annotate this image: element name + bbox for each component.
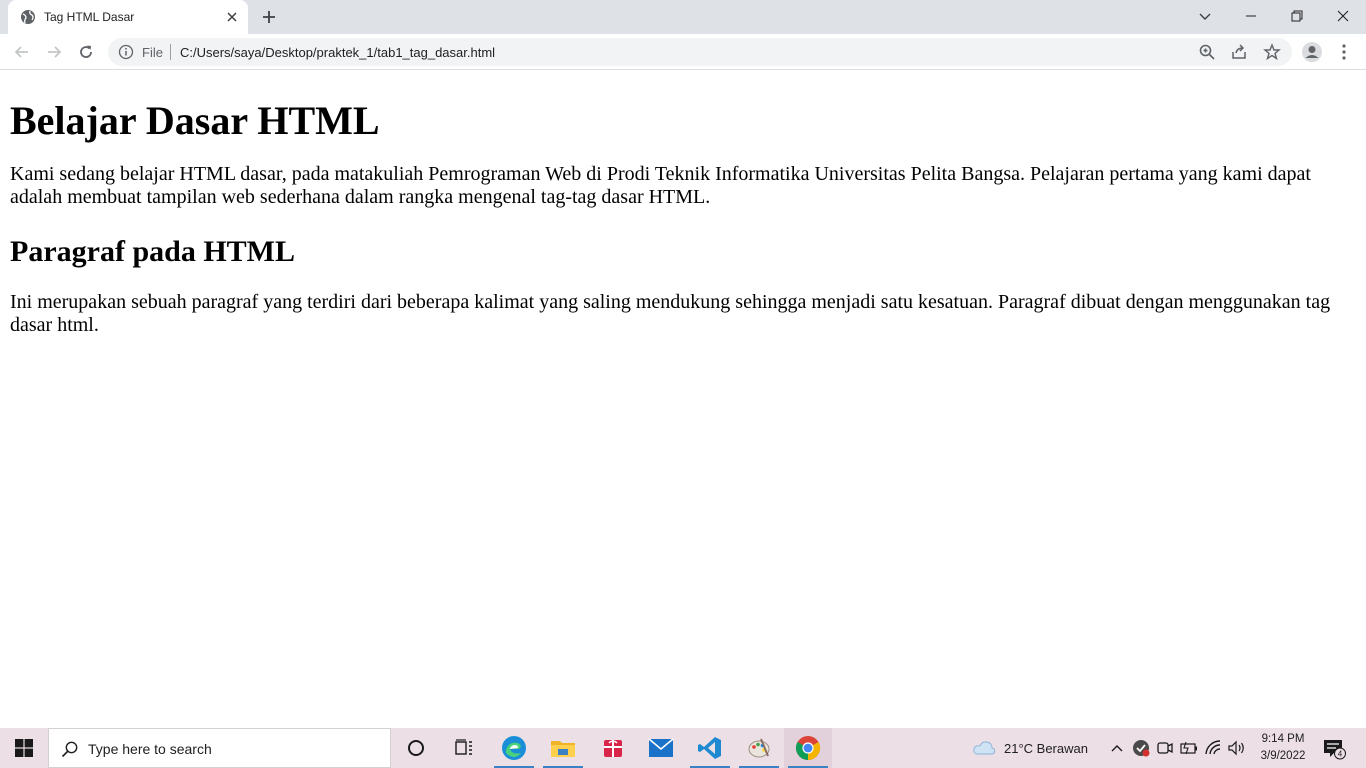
tray-battery[interactable]: [1179, 738, 1199, 758]
back-button[interactable]: [10, 40, 34, 64]
notification-center-icon[interactable]: 4: [1322, 738, 1346, 760]
omnibox-divider: [170, 44, 171, 60]
folder-icon: [551, 741, 575, 757]
close-icon: [1337, 10, 1349, 22]
cortana-icon: [408, 740, 424, 756]
task-view-icon: [455, 739, 472, 755]
kebab-menu-icon: [1342, 44, 1346, 60]
windows-logo-icon: [15, 739, 33, 757]
chevron-down-icon: [1199, 13, 1211, 20]
address-bar[interactable]: File C:/Users/saya/Desktop/praktek_1/tab…: [108, 38, 1292, 66]
intro-paragraph: Kami sedang belajar HTML dasar, pada mat…: [10, 163, 1311, 208]
wifi-icon: [1205, 740, 1221, 755]
edge-icon: [502, 736, 526, 760]
chrome-icon: [795, 736, 821, 760]
taskbar-edge[interactable]: [490, 728, 538, 768]
profile-button[interactable]: [1300, 40, 1324, 64]
taskbar-paint[interactable]: [735, 728, 783, 768]
search-icon: [61, 741, 78, 758]
tray-meet-now[interactable]: [1155, 738, 1175, 758]
share-icon[interactable]: [1230, 43, 1248, 61]
cloud-weather-icon[interactable]: [972, 738, 996, 758]
bookmark-star-icon[interactable]: [1263, 43, 1281, 61]
chevron-up-icon: [1111, 745, 1123, 752]
taskbar-chrome[interactable]: [784, 728, 832, 768]
reload-button[interactable]: [74, 40, 98, 64]
arrow-left-icon: [14, 46, 28, 58]
reload-icon: [80, 45, 92, 58]
browser-toolbar: File C:/Users/saya/Desktop/praktek_1/tab…: [0, 34, 1366, 70]
tray-network[interactable]: [1204, 738, 1224, 758]
battery-icon: [1180, 741, 1197, 755]
tab-strip: Tag HTML Dasar: [0, 0, 1366, 34]
site-scheme-label: File: [142, 45, 163, 60]
taskbar-vscode[interactable]: [686, 728, 734, 768]
restore-icon: [1291, 10, 1303, 22]
speaker-icon: [1228, 740, 1244, 756]
weather-text[interactable]: 21°C Berawan: [1004, 741, 1088, 756]
start-button[interactable]: [0, 728, 48, 768]
web-page: Belajar Dasar HTML Kami sedang belajar H…: [0, 71, 1366, 728]
close-tab-icon[interactable]: [224, 9, 240, 25]
browser-tab[interactable]: Tag HTML Dasar: [8, 0, 248, 34]
shield-icon: [1133, 740, 1150, 757]
taskbar-mail[interactable]: [637, 728, 685, 768]
close-window-button[interactable]: [1320, 0, 1366, 32]
profile-icon: [1302, 42, 1322, 62]
section-heading: Paragraf pada HTML: [10, 235, 295, 268]
tray-security-app[interactable]: [1131, 738, 1151, 758]
task-view-button[interactable]: [440, 728, 488, 768]
url-text[interactable]: C:/Users/saya/Desktop/praktek_1/tab1_tag…: [180, 45, 495, 60]
search-placeholder: Type here to search: [88, 741, 212, 757]
menu-button[interactable]: [1332, 40, 1356, 64]
taskbar-gift-app[interactable]: [589, 728, 637, 768]
minimize-button[interactable]: [1228, 0, 1274, 32]
restore-button[interactable]: [1274, 0, 1320, 32]
arrow-right-icon: [48, 46, 62, 58]
taskbar-clock[interactable]: 9:14 PM 3/9/2022: [1252, 731, 1314, 765]
camera-icon: [1157, 742, 1173, 754]
clock-time: 9:14 PM: [1261, 733, 1305, 745]
forward-button[interactable]: [42, 40, 66, 64]
globe-icon: [21, 10, 35, 24]
minimize-icon: [1246, 15, 1256, 17]
new-tab-icon[interactable]: [259, 7, 279, 27]
page-heading: Belajar Dasar HTML: [10, 98, 380, 143]
tray-volume[interactable]: [1227, 738, 1247, 758]
mail-icon: [648, 738, 674, 757]
gift-icon: [604, 740, 622, 757]
tab-search-button[interactable]: [1182, 0, 1228, 32]
paint-palette-icon: [748, 738, 770, 758]
taskbar-file-explorer[interactable]: [539, 728, 587, 768]
notification-count: 4: [1338, 750, 1343, 759]
taskbar-search-box[interactable]: Type here to search: [48, 728, 391, 768]
windows-taskbar: Type here to search 21°C Berawan 9:14 PM…: [0, 728, 1366, 768]
zoom-icon[interactable]: [1198, 43, 1216, 61]
info-icon[interactable]: [118, 44, 134, 60]
section-paragraph: Ini merupakan sebuah paragraf yang terdi…: [10, 291, 1331, 336]
clock-date: 3/9/2022: [1260, 750, 1306, 762]
tab-title: Tag HTML Dasar: [44, 10, 135, 24]
vscode-icon: [698, 737, 721, 759]
show-hidden-icons-button[interactable]: [1107, 738, 1127, 758]
cortana-button[interactable]: [392, 728, 440, 768]
